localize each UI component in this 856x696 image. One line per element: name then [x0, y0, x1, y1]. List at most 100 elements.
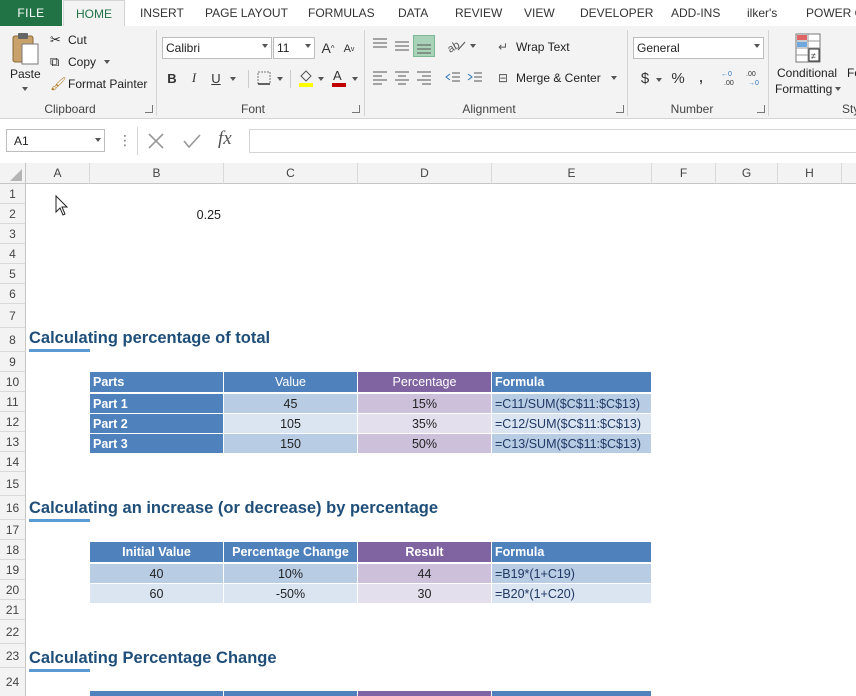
table-cell-percentage-change[interactable]: -50% — [224, 584, 357, 603]
font-color-button[interactable]: A — [329, 66, 349, 88]
align-center-button[interactable] — [393, 68, 411, 86]
orientation-button[interactable]: ab — [445, 36, 468, 56]
font-name-combo[interactable]: Calibri — [162, 37, 272, 59]
row-header[interactable]: 23 — [0, 644, 26, 668]
percent-button[interactable]: % — [670, 68, 686, 88]
comma-button[interactable]: , — [694, 66, 708, 86]
tab-developer[interactable]: DEVELOPER — [580, 0, 653, 26]
table-cell-initial-value[interactable]: 60 — [90, 584, 223, 603]
format-as-table-label-cut[interactable]: Fo — [847, 66, 856, 80]
table-header-cell[interactable]: Percentage — [358, 372, 491, 392]
select-all-corner[interactable] — [0, 163, 26, 184]
column-header-a[interactable]: A — [26, 163, 90, 184]
font-size-combo[interactable]: 11 — [273, 37, 315, 59]
tab-data[interactable]: DATA — [398, 0, 428, 26]
insert-function-button[interactable]: fx — [218, 128, 232, 150]
merge-dropdown-icon[interactable] — [610, 76, 617, 80]
table-cell-percentage[interactable]: 15% — [358, 394, 491, 413]
section-title-increase-decrease[interactable]: Calculating an increase (or decrease) by… — [29, 496, 438, 518]
table-cell-result[interactable]: 30 — [358, 584, 491, 603]
middle-align-button[interactable] — [393, 36, 411, 54]
table-header-cell[interactable]: Initial Value — [90, 542, 223, 562]
font-launcher-icon[interactable] — [352, 105, 360, 113]
borders-button[interactable] — [254, 69, 274, 87]
increase-decimal-button[interactable]: ←0.00 — [720, 68, 740, 88]
column-header-g[interactable]: G — [716, 163, 778, 184]
row-header[interactable]: 6 — [0, 284, 26, 304]
row-header[interactable]: 14 — [0, 452, 26, 472]
cut-button[interactable]: ✂ Cut — [50, 32, 87, 48]
table-cell-value[interactable]: 105 — [224, 414, 357, 433]
table-cell-part[interactable]: Part 2 — [90, 414, 223, 433]
table-cell-value[interactable]: 45 — [224, 394, 357, 413]
row-header[interactable]: 1 — [0, 184, 26, 204]
row-header[interactable]: 19 — [0, 560, 26, 580]
alignment-launcher-icon[interactable] — [616, 105, 624, 113]
borders-dropdown-icon[interactable] — [277, 77, 283, 81]
tab-view[interactable]: VIEW — [524, 0, 555, 26]
paste-dropdown-icon[interactable] — [22, 87, 28, 91]
tab-power-query[interactable]: POWER Q — [806, 0, 856, 26]
font-color-dropdown-icon[interactable] — [352, 77, 358, 81]
currency-button[interactable]: $ — [638, 68, 652, 88]
row-header[interactable]: 2 — [0, 204, 26, 224]
row-header[interactable]: 16 — [0, 496, 26, 520]
tab-page-layout[interactable]: PAGE LAYOUT — [205, 0, 288, 26]
bottom-align-button[interactable] — [413, 35, 435, 57]
row-header[interactable]: 18 — [0, 540, 26, 560]
table-cell-percentage[interactable]: 50% — [358, 434, 491, 453]
italic-button[interactable]: I — [185, 68, 203, 88]
section-title-percentage-of-total[interactable]: Calculating percentage of total — [29, 326, 270, 348]
table-cell-value[interactable]: 150 — [224, 434, 357, 453]
row-header[interactable]: 3 — [0, 224, 26, 244]
copy-dropdown-icon[interactable] — [104, 60, 111, 64]
underline-dropdown-icon[interactable] — [230, 77, 236, 81]
underline-button[interactable]: U — [207, 68, 225, 88]
row-header[interactable]: 9 — [0, 352, 26, 372]
tab-file[interactable]: FILE — [0, 0, 62, 26]
table-cell-formula[interactable]: =B20*(1+C20) — [492, 584, 651, 603]
number-launcher-icon[interactable] — [757, 105, 765, 113]
row-header[interactable]: 12 — [0, 412, 26, 432]
conditional-formatting-button[interactable]: ≠ — [794, 32, 824, 66]
name-box[interactable]: A1 — [6, 129, 105, 152]
confirm-entry-button[interactable] — [182, 132, 202, 150]
decrease-decimal-button[interactable]: .00 →0 — [744, 68, 764, 88]
section-title-percentage-change[interactable]: Calculating Percentage Change — [29, 646, 277, 668]
row-header[interactable]: 20 — [0, 580, 26, 600]
wrap-text-button[interactable]: ↵ Wrap Text — [498, 38, 570, 56]
decrease-indent-button[interactable] — [444, 68, 462, 86]
row-header[interactable]: 13 — [0, 432, 26, 452]
column-header-f[interactable]: F — [652, 163, 716, 184]
shrink-font-button[interactable]: Av — [341, 40, 357, 58]
column-header-partial[interactable] — [842, 163, 856, 184]
table-header-cell[interactable]: Value — [224, 372, 357, 392]
conditional-formatting-dropdown-icon[interactable] — [835, 87, 842, 91]
copy-button[interactable]: ⧉ Copy — [50, 54, 111, 70]
table-header-cell[interactable]: Parts — [90, 372, 223, 392]
column-header-b[interactable]: B — [90, 163, 224, 184]
column-header-e[interactable]: E — [492, 163, 652, 184]
increase-indent-button[interactable] — [466, 68, 484, 86]
tab-home[interactable]: HOME — [63, 0, 125, 27]
cell-c2[interactable]: 0.25 — [90, 205, 224, 224]
conditional-formatting-label-2[interactable]: Formatting — [775, 82, 842, 96]
row-header[interactable]: 8 — [0, 328, 26, 352]
currency-dropdown-icon[interactable] — [656, 78, 662, 82]
grow-font-button[interactable]: A ^ — [319, 38, 337, 58]
row-header[interactable]: 7 — [0, 304, 26, 328]
merge-center-button[interactable]: ⊟ Merge & Center — [498, 69, 617, 87]
tab-insert[interactable]: INSERT — [140, 0, 184, 26]
vertical-ellipsis-icon[interactable]: ⋮ — [118, 133, 132, 147]
row-header[interactable]: 22 — [0, 620, 26, 644]
paste-button[interactable] — [8, 32, 42, 66]
align-right-button[interactable] — [415, 68, 433, 86]
row-header[interactable]: 21 — [0, 600, 26, 620]
table-header-cell[interactable]: Formula — [492, 372, 651, 392]
tab-add-ins[interactable]: ADD-INS — [671, 0, 720, 26]
column-header-d[interactable]: D — [358, 163, 492, 184]
paste-label[interactable]: Paste — [10, 67, 41, 81]
table-cell-formula[interactable]: =C12/SUM($C$11:$C$13) — [492, 414, 651, 433]
row-header[interactable]: 17 — [0, 520, 26, 540]
table-cell-percentage[interactable]: 35% — [358, 414, 491, 433]
